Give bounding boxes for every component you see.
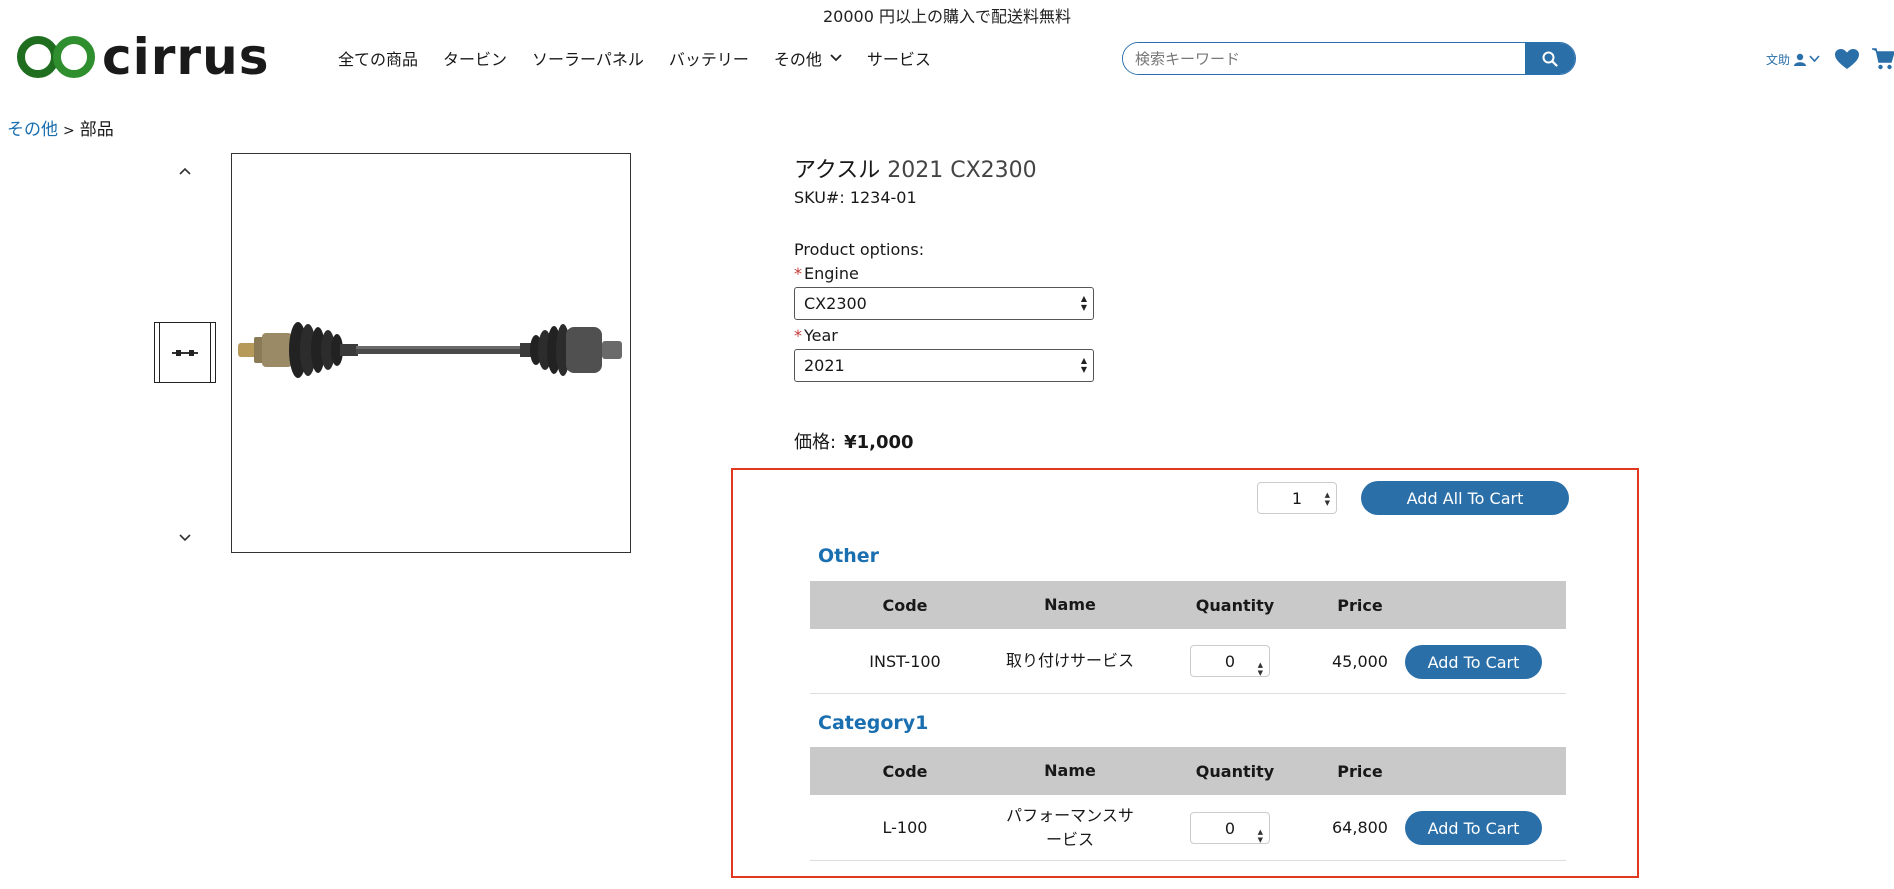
column-header-quantity: Quantity: [1195, 595, 1275, 615]
add-all-to-cart-button[interactable]: Add All To Cart: [1361, 481, 1569, 515]
search-button[interactable]: [1525, 43, 1575, 74]
column-header-name: Name: [1044, 595, 1096, 614]
row-price: 45,000: [1332, 651, 1388, 671]
quantity-stepper-icon[interactable]: ▲ ▼: [1258, 654, 1263, 684]
axle-thumbnail-image: [172, 349, 198, 356]
row-quantity-value: 0: [1224, 651, 1236, 671]
chevron-down-icon: [1809, 55, 1820, 63]
engine-label-text: Engine: [804, 264, 859, 283]
table-header: Code Name Quantity Price: [810, 581, 1566, 629]
add-to-cart-button[interactable]: Add To Cart: [1405, 811, 1542, 845]
row-price: 64,800: [1332, 818, 1388, 837]
row-name: パフォーマンスサービス: [1006, 805, 1134, 849]
chevron-down-icon[interactable]: [178, 531, 192, 545]
price-label: 価格:: [794, 432, 837, 453]
nav-item-solar-panels[interactable]: ソーラーパネル: [532, 46, 644, 70]
required-marker: *: [794, 326, 802, 345]
wishlist-heart-icon[interactable]: [1834, 48, 1860, 70]
table-row: INST-100 取り付けサービス 0 ▲ ▼ 45,000 Add To Car…: [810, 629, 1566, 694]
breadcrumb-current: 部品: [79, 120, 114, 140]
header-utilities: 文助: [1766, 47, 1894, 71]
promo-banner: 20000 円以上の購入で配送料無料: [823, 7, 1071, 26]
table-row: L-100 パフォーマンスサービス 0 ▲ ▼ 64,800 Add To Car…: [810, 795, 1566, 861]
breadcrumb-separator: >: [63, 123, 75, 139]
user-icon: [1794, 53, 1806, 66]
column-header-code: Code: [882, 595, 928, 615]
row-name: 取り付けサービス: [1005, 651, 1134, 670]
nav-item-other[interactable]: その他: [774, 46, 842, 70]
product-sku: SKU#: 1234-01: [794, 188, 917, 207]
product-main-image: [231, 153, 631, 553]
nav-item-services[interactable]: サービス: [867, 46, 931, 70]
logo-text: cirrus: [102, 28, 270, 86]
select-arrows-icon: ▲ ▼: [1080, 356, 1087, 374]
chevron-down-icon: [830, 51, 842, 65]
column-header-price: Price: [1337, 595, 1383, 615]
year-option-label: * Year: [794, 326, 838, 345]
engine-select[interactable]: CX2300 ▲ ▼: [794, 287, 1094, 320]
product-price: 価格: ¥1,000: [794, 428, 914, 454]
required-marker: *: [794, 264, 802, 283]
bundle-quantity-input[interactable]: 1 ▲ ▼: [1257, 482, 1337, 514]
add-to-cart-button[interactable]: Add To Cart: [1405, 645, 1542, 679]
quantity-stepper-icon[interactable]: ▲ ▼: [1258, 821, 1263, 851]
select-arrows-icon: ▲ ▼: [1080, 294, 1087, 312]
cart-icon[interactable]: [1872, 47, 1894, 71]
row-quantity-input[interactable]: 0 ▲ ▼: [1190, 645, 1270, 677]
row-quantity-value: 0: [1224, 818, 1236, 838]
breadcrumb-link-other[interactable]: その他: [7, 120, 58, 140]
row-code: L-100: [882, 818, 928, 837]
search-bar: [1122, 42, 1576, 75]
quantity-stepper-icon[interactable]: ▲ ▼: [1325, 491, 1330, 507]
nav-item-batteries[interactable]: バッテリー: [669, 46, 749, 70]
price-value: ¥1,000: [844, 432, 914, 453]
section-title-other: Other: [818, 545, 880, 567]
user-menu[interactable]: 文助: [1766, 51, 1820, 68]
product-title: アクスル 2021 CX2300: [794, 152, 1037, 184]
nav-item-all-products[interactable]: 全ての商品: [338, 46, 418, 70]
nav-item-turbines[interactable]: タービン: [443, 46, 507, 70]
engine-option-label: * Engine: [794, 264, 859, 283]
main-nav: 全ての商品 タービン ソーラーパネル バッテリー その他 サービス: [338, 46, 956, 70]
column-header-name: Name: [1044, 761, 1096, 780]
column-header-quantity: Quantity: [1195, 761, 1275, 781]
product-options-label: Product options:: [794, 240, 925, 259]
cirrus-logo-icon: [17, 36, 95, 78]
engine-select-value: CX2300: [804, 294, 867, 313]
search-input[interactable]: [1123, 43, 1525, 74]
column-header-code: Code: [882, 761, 928, 781]
chevron-up-icon[interactable]: [178, 164, 192, 178]
row-code: INST-100: [869, 651, 941, 671]
row-quantity-input[interactable]: 0 ▲ ▼: [1190, 812, 1270, 844]
section-title-category1: Category1: [818, 712, 929, 734]
bundle-quantity-value: 1: [1291, 488, 1303, 508]
logo[interactable]: cirrus: [16, 32, 269, 82]
year-select[interactable]: 2021 ▲ ▼: [794, 349, 1094, 382]
year-select-value: 2021: [804, 356, 845, 375]
product-title-model: 2021 CX2300: [887, 158, 1037, 183]
column-header-price: Price: [1337, 761, 1383, 781]
axle-product-image: [238, 322, 622, 378]
table-header: Code Name Quantity Price: [810, 747, 1566, 795]
breadcrumb: その他 > 部品: [7, 115, 114, 140]
product-thumbnail[interactable]: [154, 322, 216, 383]
product-title-name: アクスル: [794, 158, 881, 183]
user-name: 文助: [1765, 52, 1790, 67]
search-icon: [1542, 51, 1558, 67]
nav-item-other-label: その他: [773, 50, 822, 69]
year-label-text: Year: [804, 326, 838, 345]
